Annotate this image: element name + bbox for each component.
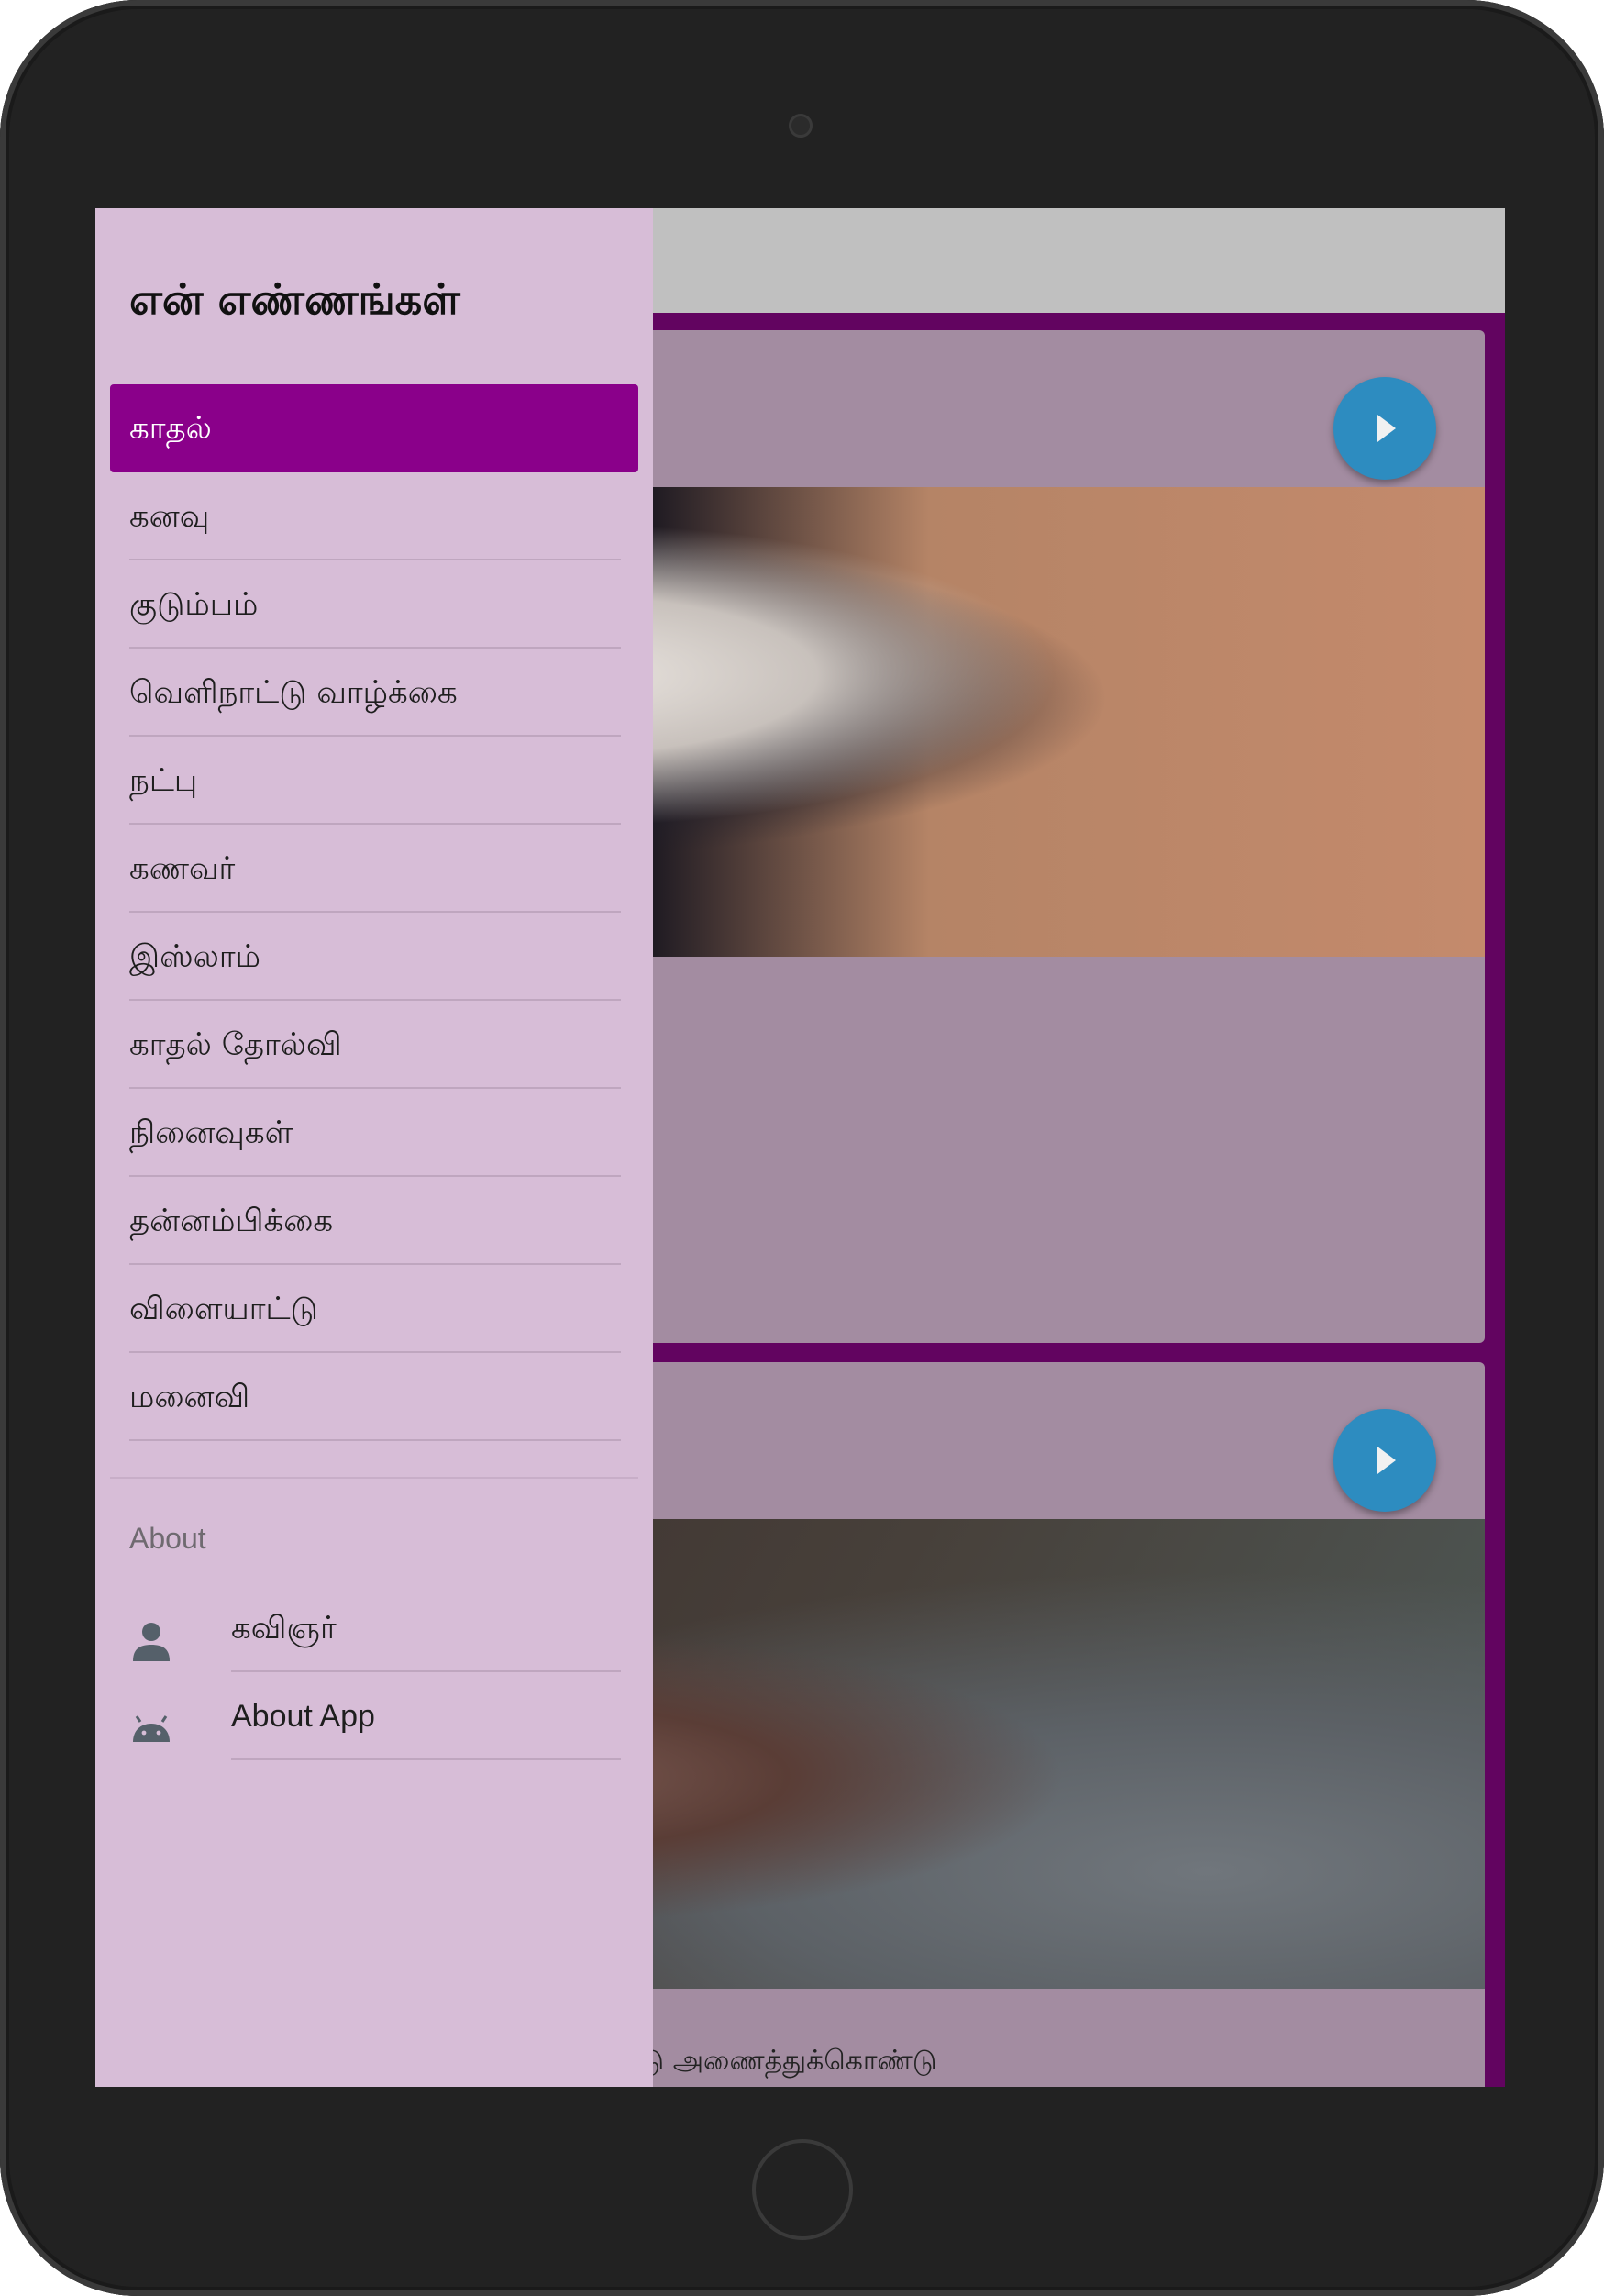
tablet-frame: மிட்டு அணைத்துக்கொண்டு என் எண்ணங்கள் காத… — [0, 0, 1604, 2296]
android-icon — [133, 1715, 170, 1742]
drawer-item-about-app[interactable]: About App — [231, 1672, 621, 1760]
drawer-item-husband[interactable]: கணவர் — [129, 825, 621, 913]
drawer-title: என் எண்ணங்கள் — [129, 274, 460, 324]
drawer-item-dream[interactable]: கனவு — [129, 472, 621, 560]
drawer-item-family[interactable]: குடும்பம் — [129, 560, 621, 649]
home-button[interactable] — [752, 2139, 853, 2240]
drawer-item-memories[interactable]: நினைவுகள் — [129, 1089, 621, 1177]
about-section-label: About — [129, 1522, 206, 1555]
drawer-divider — [110, 1477, 638, 1479]
drawer-item-sports[interactable]: விளையாட்டு — [129, 1265, 621, 1353]
drawer-item-love-failure[interactable]: காதல் தோல்வி — [129, 1001, 621, 1089]
navigation-drawer: என் எண்ணங்கள் காதல் கனவு குடும்பம் வெளிந… — [95, 208, 653, 2087]
drawer-item-friendship[interactable]: நட்பு — [129, 737, 621, 825]
drawer-item-poet[interactable]: கவிஞர் — [231, 1584, 621, 1672]
drawer-item-islam[interactable]: இஸ்லாம் — [129, 913, 621, 1001]
drawer-item-self-confidence[interactable]: தன்னம்பிக்கை — [129, 1177, 621, 1265]
screen: மிட்டு அணைத்துக்கொண்டு என் எண்ணங்கள் காத… — [95, 208, 1505, 2087]
drawer-item-abroad-life[interactable]: வெளிநாட்டு வாழ்க்கை — [129, 649, 621, 737]
drawer-item-wife[interactable]: மனைவி — [129, 1353, 621, 1441]
drawer-item-love[interactable]: காதல் — [110, 384, 638, 472]
person-icon — [133, 1623, 170, 1661]
camera-icon — [789, 114, 813, 138]
